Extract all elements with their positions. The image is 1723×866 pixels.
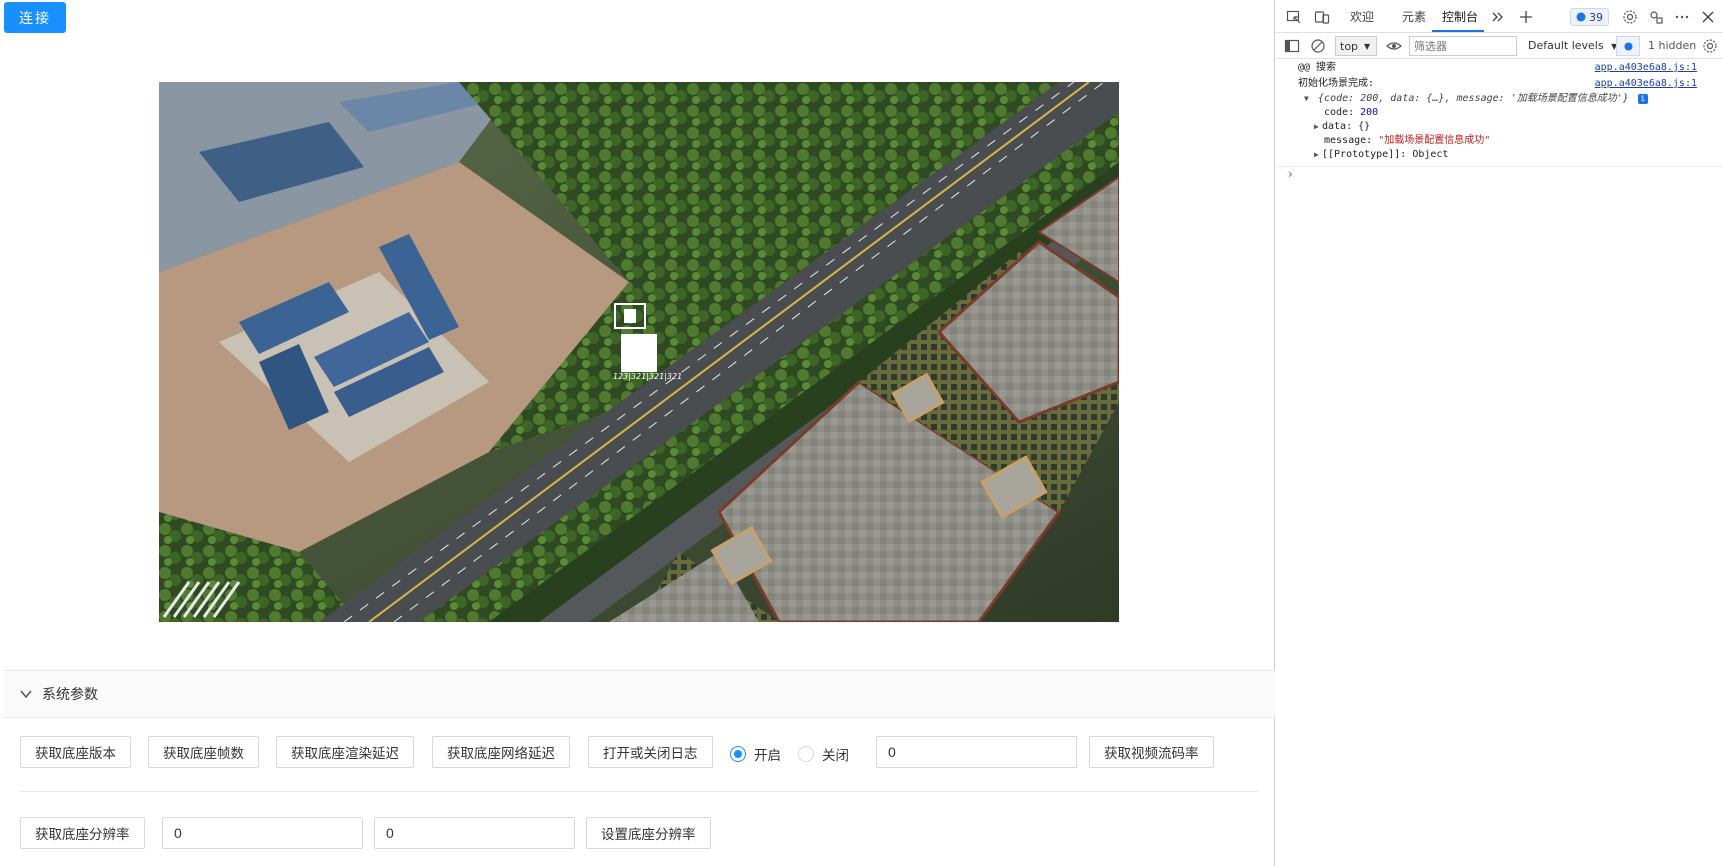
3d-scene-viewport[interactable]: 123|321|321|321 [159,82,1119,622]
expand-triangle-icon[interactable]: ▶ [1314,148,1322,162]
prop-value: Object [1412,149,1449,160]
tab-welcome[interactable]: 欢迎 [1350,8,1374,25]
customize-icon[interactable] [1648,9,1664,25]
get-bitrate-button[interactable]: 获取视频流码率 [1089,736,1214,768]
clear-console-icon[interactable] [1310,38,1326,54]
settings-gear-icon[interactable] [1622,9,1638,25]
set-resolution-button[interactable]: 设置底座分辨率 [586,817,711,849]
console-separator [1276,166,1723,167]
live-expression-eye-icon[interactable] [1386,38,1402,54]
radio-on-label: 开启 [754,748,781,764]
radio-log-off[interactable]: 关闭 [798,744,849,764]
get-fps-button[interactable]: 获取底座帧数 [148,736,259,768]
prop-value: 200 [1360,107,1379,118]
bitrate-input[interactable] [876,736,1077,768]
row-divider [20,791,1259,792]
console-settings-gear-icon[interactable] [1702,38,1718,54]
tab-console[interactable]: 控制台 [1442,8,1478,25]
console-log-row: 初始化场景完成: app.a403e6a8.js:1 [1276,76,1723,92]
get-version-button[interactable]: 获取底座版本 [20,736,131,768]
get-render-latency-button[interactable]: 获取底座渲染延迟 [276,736,414,768]
object-prop-row: code: 200 [1324,107,1379,118]
app-pane: 连接 123|321|321|321 系统参数 获取底座版本 获取底座帧数 获取… [0,0,1275,866]
object-prop-row: message: "加载场景配置信息成功" [1324,135,1491,146]
object-summary-row[interactable]: ▼ {code: 200, data: {…}, message: '加载场景配… [1276,92,1723,106]
panel-title: 系统参数 [42,687,98,703]
add-tab-icon[interactable] [1518,9,1534,25]
caret-down-icon: ▼ [1364,41,1371,51]
radio-off-indicator[interactable] [798,746,814,762]
issues-badge[interactable]: 39 [1570,8,1609,26]
context-select[interactable]: top ▼ [1335,36,1377,56]
resolution-height-input[interactable] [374,817,575,849]
log-source-link[interactable]: app.a403e6a8.js:1 [1595,76,1697,92]
scene-marker-label: 123|321|321|321 [613,372,682,381]
prop-value: {} [1358,121,1371,132]
console-log-row: @@ 搜索 app.a403e6a8.js:1 [1276,60,1723,76]
radio-off-label: 关闭 [822,748,849,764]
issues-mini-badge[interactable] [1616,36,1640,56]
console-toolbar: top ▼ 筛选器 Default levels ▼ 1 hidden [1276,33,1723,59]
sidebar-toggle-icon[interactable] [1284,38,1300,54]
expand-triangle-icon[interactable]: ▼ [1304,92,1312,106]
radio-on-indicator[interactable] [730,746,746,762]
prop-value: "加载场景配置信息成功" [1378,135,1491,146]
prop-key: message [1324,135,1367,146]
devtools-tabbar: 欢迎 元素 控制台 39 [1276,0,1723,33]
levels-label: Default levels [1528,39,1604,52]
close-icon[interactable] [1700,9,1716,25]
scene-render: 123|321|321|321 [159,82,1119,622]
object-prop-row[interactable]: ▶ [[Prototype]]: Object [1276,148,1723,162]
devtools-pane: 欢迎 元素 控制台 39 top ▼ 筛选器 Default levels ▼ … [1276,0,1723,866]
radio-log-on[interactable]: 开启 [730,744,781,764]
context-value: top [1340,39,1359,53]
prop-key: code [1324,107,1349,118]
connect-button[interactable]: 连接 [4,2,66,33]
object-prop-row[interactable]: ▶ data: {} [1276,120,1723,134]
system-params-panel: 系统参数 获取底座版本 获取底座帧数 获取底座渲染延迟 获取底座网络延迟 打开或… [4,670,1275,866]
chevron-down-icon [20,690,32,699]
log-text: 初始化场景完成: [1298,78,1375,89]
object-summary: {code: 200, data: {…}, message: '加载场景配置信… [1318,93,1629,104]
more-tabs-icon[interactable] [1490,9,1506,25]
log-source-link[interactable]: app.a403e6a8.js:1 [1595,60,1697,76]
log-levels-dropdown[interactable]: Default levels ▼ [1528,39,1617,52]
expand-triangle-icon[interactable]: ▶ [1314,120,1322,134]
prop-key: [[Prototype]] [1322,149,1401,160]
console-prompt-chevron-icon[interactable]: › [1288,167,1293,181]
toggle-log-button[interactable]: 打开或关闭日志 [588,736,713,768]
message-icon [1623,41,1633,51]
more-options-icon[interactable] [1674,9,1690,25]
prop-key: data [1322,121,1347,132]
console-filter-input[interactable]: 筛选器 [1409,36,1517,56]
active-tab-indicator [1432,30,1484,32]
filter-placeholder: 筛选器 [1414,40,1447,53]
issues-count: 39 [1589,10,1603,24]
message-icon [1576,12,1586,22]
tab-elements[interactable]: 元素 [1402,8,1426,25]
hidden-messages-count: 1 hidden [1648,39,1697,52]
panel-header[interactable]: 系统参数 [4,671,1275,718]
get-network-latency-button[interactable]: 获取底座网络延迟 [432,736,570,768]
inspect-element-icon[interactable] [1286,9,1302,25]
get-resolution-button[interactable]: 获取底座分辨率 [20,817,145,849]
console-output: @@ 搜索 app.a403e6a8.js:1 初始化场景完成: app.a40… [1276,60,1723,167]
device-toolbar-icon[interactable] [1314,9,1330,25]
log-text: @@ 搜索 [1298,62,1337,73]
info-icon[interactable]: i [1637,94,1648,104]
resolution-width-input[interactable] [162,817,363,849]
